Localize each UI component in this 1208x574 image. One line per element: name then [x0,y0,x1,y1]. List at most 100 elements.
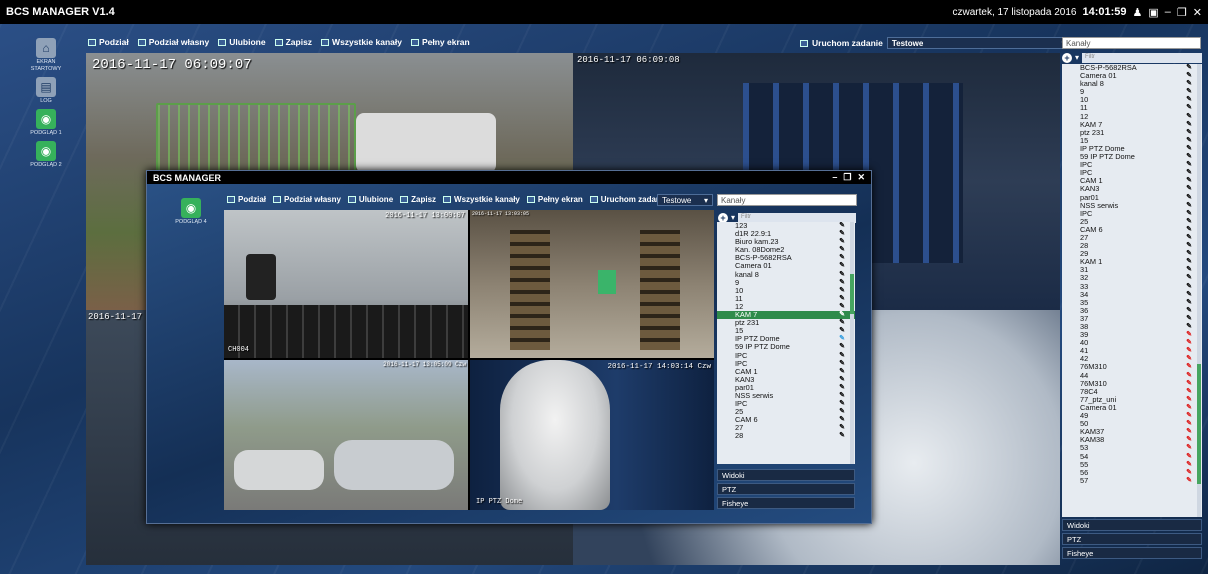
uruchom-zadanie-button[interactable]: Uruchom zadanie [589,195,667,204]
camera-tile-d[interactable]: 2016-11-17 14:03:14 Czw IP PTZ Dome [470,360,714,510]
scrollbar-thumb[interactable] [1197,364,1201,484]
camera-tile-a[interactable]: 2016-11-17 13:00:07 CH004 [224,210,468,358]
restore-icon[interactable]: ❐ [1177,6,1187,19]
camera-icon[interactable]: ✎ [839,319,845,327]
close-icon[interactable]: ✕ [1193,6,1202,19]
widoki-section[interactable]: Widoki [1062,519,1202,531]
pelny-ekran-button[interactable]: Pełny ekran [410,37,470,47]
camera-icon[interactable]: ✎ [839,287,845,295]
nav-item-3[interactable]: ◉ PODGLĄD 2 [24,141,68,169]
channel-item[interactable]: 57 ✎ [1062,476,1202,485]
filter-input[interactable]: Filtr [1082,52,1202,63]
camera-icon[interactable]: ✎ [1186,283,1192,291]
camera-icon[interactable]: ✎ [1186,307,1192,315]
camera-icon[interactable]: ✎ [1186,420,1192,428]
camera-icon[interactable]: ✎ [1186,461,1192,469]
add-icon[interactable]: + [1062,52,1072,63]
camera-icon[interactable]: ✎ [1186,218,1192,226]
channel-item[interactable]: 28 ✎ [717,432,855,440]
camera-icon[interactable]: ✎ [839,279,845,287]
wszystkie-kanaly-button[interactable]: Wszystkie kanały [443,195,520,204]
camera-icon[interactable]: ✎ [839,432,845,440]
camera-icon[interactable]: ✎ [1186,234,1192,242]
camera-icon[interactable]: ✎ [1186,137,1192,145]
camera-icon[interactable]: ✎ [839,368,845,376]
camera-icon[interactable]: ✎ [1186,129,1192,137]
camera-icon[interactable]: ✎ [1186,113,1192,121]
nav-podglad-4[interactable]: ◉ PODGLĄD 4 [169,198,213,226]
ptz-section[interactable]: PTZ [1062,533,1202,545]
minimize-icon[interactable]: – [1165,6,1171,18]
filter-input[interactable]: Filtr [738,212,856,223]
camera-icon[interactable]: ✎ [1186,469,1192,477]
restore-icon[interactable]: ❐ [843,172,851,183]
fisheye-section[interactable]: Fisheye [717,497,855,509]
camera-icon[interactable]: ✎ [1186,453,1192,461]
camera-icon[interactable]: ✎ [839,230,845,238]
podzial-wlasny-button[interactable]: Podział własny [273,195,341,204]
scrollbar[interactable] [1197,64,1201,517]
ulubione-button[interactable]: Ulubione [347,195,393,204]
window-search-input[interactable]: Kanały [717,194,857,206]
add-icon[interactable]: + [718,212,728,223]
camera-icon[interactable]: ✎ [1186,363,1192,371]
camera-tile-c[interactable]: 2016-11-17 13:05:09 Czw [224,360,468,510]
camera-icon[interactable]: ✎ [839,376,845,384]
camera-icon[interactable]: ✎ [1186,226,1192,234]
channels-search-input[interactable]: Kanały [1062,37,1201,49]
nav-item-2[interactable]: ◉ PODGLĄD 1 [24,109,68,137]
camera-icon[interactable]: ✎ [1186,145,1192,153]
camera-icon[interactable]: ✎ [1186,202,1192,210]
camera-icon[interactable]: ✎ [1186,72,1192,80]
podzial-button[interactable]: Podział [88,37,129,47]
camera-icon[interactable]: ✎ [1186,372,1192,380]
nav-item-0[interactable]: ⌂ EKRAN STARTOWY [24,38,68,73]
camera-icon[interactable]: ✎ [1186,323,1192,331]
camera-icon[interactable]: ✎ [1186,404,1192,412]
camera-icon[interactable]: ✎ [839,400,845,408]
chevron-down-icon[interactable]: ▾ [1075,53,1079,62]
camera-icon[interactable]: ✎ [1186,64,1192,72]
camera-icon[interactable]: ✎ [839,295,845,303]
camera-icon[interactable]: ✎ [1186,444,1192,452]
camera-icon[interactable]: ✎ [839,222,845,230]
zapisz-button[interactable]: Zapisz [274,37,312,47]
podzial-button[interactable]: Podział [227,195,266,204]
lock-icon[interactable]: ▣ [1148,6,1158,19]
camera-icon[interactable]: ✎ [1186,210,1192,218]
camera-icon[interactable]: ✎ [1186,380,1192,388]
camera-icon[interactable]: ✎ [1186,388,1192,396]
camera-tile-b[interactable]: 2016-11-17 13:03:05 [470,210,714,358]
close-icon[interactable]: ✕ [857,172,865,183]
scrollbar[interactable] [850,222,854,464]
nav-item-1[interactable]: ▤ LOG [24,77,68,105]
window-task-select[interactable]: Testowe ▾ [657,194,713,206]
camera-icon[interactable]: ✎ [839,303,845,311]
camera-icon[interactable]: ✎ [1186,274,1192,282]
camera-icon[interactable]: ✎ [1186,299,1192,307]
camera-icon[interactable]: ✎ [1186,104,1192,112]
wszystkie-kanaly-button[interactable]: Wszystkie kanały [321,37,402,47]
camera-icon[interactable]: ✎ [1186,242,1192,250]
camera-icon[interactable]: ✎ [839,343,845,351]
camera-icon[interactable]: ✎ [1186,291,1192,299]
camera-icon[interactable]: ✎ [839,352,845,360]
ptz-section[interactable]: PTZ [717,483,855,495]
camera-icon[interactable]: ✎ [1186,477,1192,485]
fisheye-section[interactable]: Fisheye [1062,547,1202,559]
pelny-ekran-button[interactable]: Pełny ekran [526,195,583,204]
camera-icon[interactable]: ✎ [839,311,845,319]
camera-icon[interactable]: ✎ [839,384,845,392]
camera-icon[interactable]: ✎ [839,262,845,270]
task-select[interactable]: Testowe ▾ [886,37,1071,49]
user-icon[interactable]: ♟ [1133,6,1143,19]
camera-icon[interactable]: ✎ [1186,161,1192,169]
camera-icon[interactable]: ✎ [1186,331,1192,339]
zapisz-button[interactable]: Zapisz [400,195,436,204]
camera-icon[interactable]: ✎ [1186,185,1192,193]
camera-icon[interactable]: ✎ [839,360,845,368]
minimize-icon[interactable]: – [832,172,837,183]
camera-icon[interactable]: ✎ [839,392,845,400]
scrollbar-thumb[interactable] [850,274,854,314]
chevron-down-icon[interactable]: ▾ [731,213,735,222]
